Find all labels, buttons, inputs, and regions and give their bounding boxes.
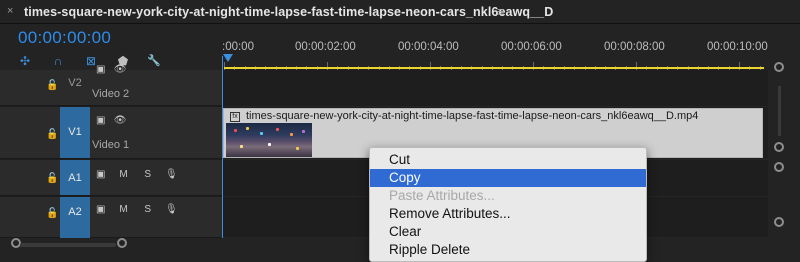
solo-button[interactable]: S [144, 204, 151, 215]
eye-icon[interactable]: 👁 [114, 64, 127, 75]
playhead-handle[interactable] [223, 54, 233, 62]
track-header-a1[interactable]: 🔓 A1 ▣ M S 🎙 [0, 160, 222, 196]
track-icons: ▣ M S 🎙 [96, 169, 178, 180]
track-icons: ▣ M S 🎙 [96, 204, 178, 215]
lock-icon[interactable]: 🔓 [46, 208, 58, 219]
audio-scroll-handle-top[interactable] [774, 162, 784, 172]
context-menu: Cut Copy Paste Attributes... Remove Attr… [369, 147, 647, 262]
fx-badge-icon: fx [230, 112, 240, 122]
ruler-label: 00:00:08:00 [604, 41, 665, 53]
mute-button[interactable]: M [119, 204, 127, 215]
menu-item-cut[interactable]: Cut [370, 151, 646, 169]
mute-button[interactable]: M [119, 169, 127, 180]
time-ruler[interactable]: :00:00 00:00:02:00 00:00:04:00 00:00:06:… [222, 24, 782, 70]
sequence-tab[interactable]: × times-square-new-york-city-at-night-ti… [0, 0, 800, 24]
lane-v2[interactable] [222, 70, 768, 107]
scroll-track[interactable] [778, 86, 781, 136]
panel-menu-icon[interactable]: ≡ [497, 4, 505, 19]
ruler-label: :00:00 [222, 41, 254, 53]
track-icons: ▣ 👁 [96, 64, 127, 75]
menu-item-paste-attributes[interactable]: Paste Attributes... [370, 187, 646, 205]
menu-item-copy[interactable]: Copy [370, 169, 646, 187]
work-area-bar[interactable] [224, 67, 764, 69]
close-tab-icon[interactable]: × [7, 5, 13, 17]
linked-selection-icon[interactable]: ∩ [50, 54, 66, 68]
lock-icon[interactable]: 🔓 [46, 80, 58, 91]
film-icon[interactable]: ▣ [96, 115, 105, 126]
track-header-v1[interactable]: 🔓 V1 ▣ 👁 Video 1 [0, 107, 222, 159]
menu-item-ripple-delete[interactable]: Ripple Delete [370, 241, 646, 259]
zoom-handle-right[interactable] [117, 238, 127, 248]
track-header-v2[interactable]: 🔓 V2 ▣ 👁 Video 2 [0, 64, 222, 106]
ruler-label: 00:00:04:00 [398, 41, 459, 53]
wrench-icon[interactable]: 🔧 [146, 54, 162, 68]
track-id[interactable]: V2 [60, 70, 90, 105]
lock-icon[interactable]: 🔓 [46, 173, 58, 184]
ruler-label: 00:00:06:00 [501, 41, 562, 53]
ruler-label: 00:00:02:00 [295, 41, 356, 53]
track-name: Video 2 [92, 88, 130, 100]
film-icon[interactable]: ▣ [96, 64, 105, 75]
lock-icon[interactable]: 🔓 [46, 129, 58, 140]
scroll-handle-bottom[interactable] [774, 142, 784, 152]
film-icon[interactable]: ▣ [96, 204, 105, 215]
scroll-handle-top[interactable] [774, 62, 784, 72]
track-id[interactable]: A2 [60, 197, 90, 238]
clip-thumbnail [226, 123, 312, 157]
mic-icon[interactable]: 🎙 [165, 169, 178, 180]
solo-button[interactable]: S [144, 169, 151, 180]
zoom-track[interactable] [20, 243, 116, 247]
playhead-line[interactable] [222, 56, 223, 238]
snap-icon[interactable]: ✣ [17, 54, 33, 68]
eye-icon[interactable]: 👁 [114, 115, 127, 126]
playhead-timecode[interactable]: 00:00:00:00 [18, 28, 111, 48]
audio-scroll-handle-bottom[interactable] [774, 217, 784, 227]
track-name: Video 1 [92, 139, 130, 151]
ruler-label: 00:00:10:00 [707, 41, 768, 53]
menu-item-clear[interactable]: Clear [370, 223, 646, 241]
track-id[interactable]: V1 [60, 107, 90, 158]
film-icon[interactable]: ▣ [96, 169, 105, 180]
clip-name: times-square-new-york-city-at-night-time… [246, 110, 699, 122]
vertical-scrollbar[interactable] [768, 24, 800, 262]
track-header-a2[interactable]: 🔓 A2 ▣ M S 🎙 [0, 197, 222, 238]
track-id[interactable]: A1 [60, 160, 90, 195]
sequence-title: times-square-new-york-city-at-night-time… [24, 5, 554, 19]
mic-icon[interactable]: 🎙 [165, 204, 178, 215]
track-icons: ▣ 👁 [96, 115, 127, 126]
menu-item-remove-attributes[interactable]: Remove Attributes... [370, 205, 646, 223]
